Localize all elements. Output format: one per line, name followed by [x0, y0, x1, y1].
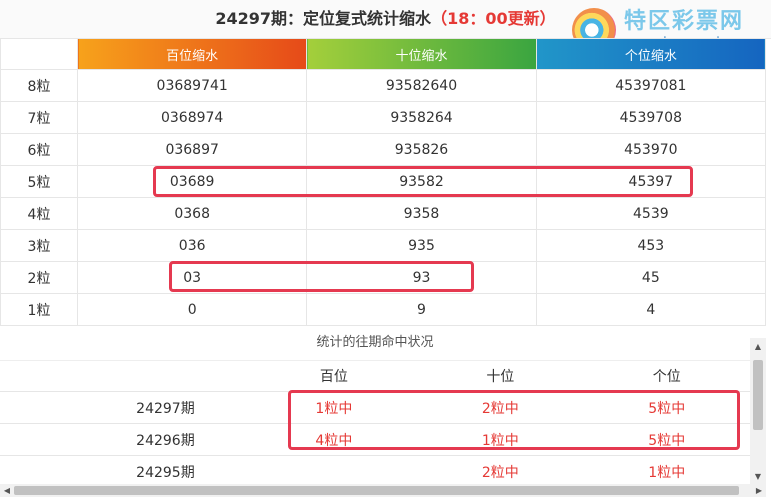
- table-row: 8粒 03689741 93582640 45397081: [0, 69, 767, 102]
- vertical-scroll-thumb[interactable]: [753, 360, 763, 430]
- table-row: 4粒 0368 9358 4539: [0, 197, 767, 230]
- table-row: 1粒 0 9 4: [0, 293, 767, 326]
- row-label: 4粒: [0, 197, 78, 230]
- hist-hit-tens: 2粒中: [417, 455, 584, 488]
- reduction-header-row: 百位缩水 十位缩水 个位缩水: [0, 38, 767, 70]
- cell-hundreds: 0: [76, 293, 308, 326]
- header-units: 个位缩水: [535, 38, 767, 70]
- highlight-box-history: [288, 390, 740, 450]
- cell-units: 453970: [535, 133, 767, 166]
- row-label: 5粒: [0, 165, 78, 198]
- hist-header-empty: [0, 360, 81, 392]
- cell-hundreds: 03689741: [76, 69, 308, 102]
- hist-hit-units: 1粒中: [583, 455, 750, 488]
- table-row: 24295期 2粒中 1粒中: [0, 455, 750, 488]
- scroll-down-icon[interactable]: ▼: [750, 470, 766, 484]
- row-label: 6粒: [0, 133, 78, 166]
- cell-tens: 935: [306, 229, 537, 262]
- table-row: 6粒 036897 935826 453970: [0, 133, 767, 166]
- cell-units: 4539708: [535, 101, 767, 134]
- cell-hundreds: 036897: [76, 133, 308, 166]
- row-label: 1粒: [0, 293, 78, 326]
- hist-hit-hundreds: [250, 455, 418, 488]
- scroll-right-icon[interactable]: ▶: [752, 484, 766, 497]
- cell-tens: 935826: [306, 133, 537, 166]
- hist-header-hundreds: 百位: [250, 360, 418, 392]
- cell-hundreds: 036: [76, 229, 308, 262]
- cell-tens: 9358264: [306, 101, 537, 134]
- table-row: 7粒 0368974 9358264 4539708: [0, 101, 767, 134]
- header-hundreds: 百位缩水: [76, 38, 308, 70]
- row-label: 8粒: [0, 69, 78, 102]
- row-label: 7粒: [0, 101, 78, 134]
- cell-hundreds: 0368974: [76, 101, 308, 134]
- hist-header-period: [80, 360, 251, 392]
- title-main: 24297期：定位复式统计缩水: [215, 9, 432, 28]
- hist-period: 24296期: [80, 423, 251, 456]
- header-tens: 十位缩水: [306, 38, 537, 70]
- header-empty: [0, 38, 78, 70]
- row-label: 2粒: [0, 261, 78, 294]
- row-label: 3粒: [0, 229, 78, 262]
- title-update-time: （18：00更新）: [431, 9, 556, 28]
- scroll-up-icon[interactable]: ▲: [750, 340, 766, 354]
- vertical-scrollbar[interactable]: ▲ ▼: [750, 338, 766, 486]
- cell-tens: 93582640: [306, 69, 537, 102]
- highlight-box-5-row: [153, 166, 693, 197]
- cell-units: 4: [535, 293, 767, 326]
- logo-cn: 特区彩票网: [624, 9, 745, 34]
- cell-units: 453: [535, 229, 767, 262]
- cell-hundreds: 0368: [76, 197, 308, 230]
- hist-period: 24295期: [80, 455, 251, 488]
- hist-header-units: 个位: [583, 360, 750, 392]
- cell-units: 4539: [535, 197, 767, 230]
- cell-units: 45: [535, 261, 767, 294]
- scroll-left-icon[interactable]: ◀: [0, 484, 14, 497]
- horizontal-scrollbar[interactable]: ◀ ▶: [0, 484, 766, 497]
- table-row: 3粒 036 935 453: [0, 229, 767, 262]
- hist-header-tens: 十位: [417, 360, 584, 392]
- history-title: 统计的往期命中状况: [0, 326, 750, 361]
- hist-period: 24297期: [80, 391, 251, 424]
- history-header-row: 百位 十位 个位: [0, 360, 750, 392]
- cell-units: 45397081: [535, 69, 767, 102]
- horizontal-scroll-thumb[interactable]: [14, 486, 739, 495]
- cell-tens: 9358: [306, 197, 537, 230]
- highlight-box-2-row: [169, 261, 474, 292]
- cell-tens: 9: [306, 293, 537, 326]
